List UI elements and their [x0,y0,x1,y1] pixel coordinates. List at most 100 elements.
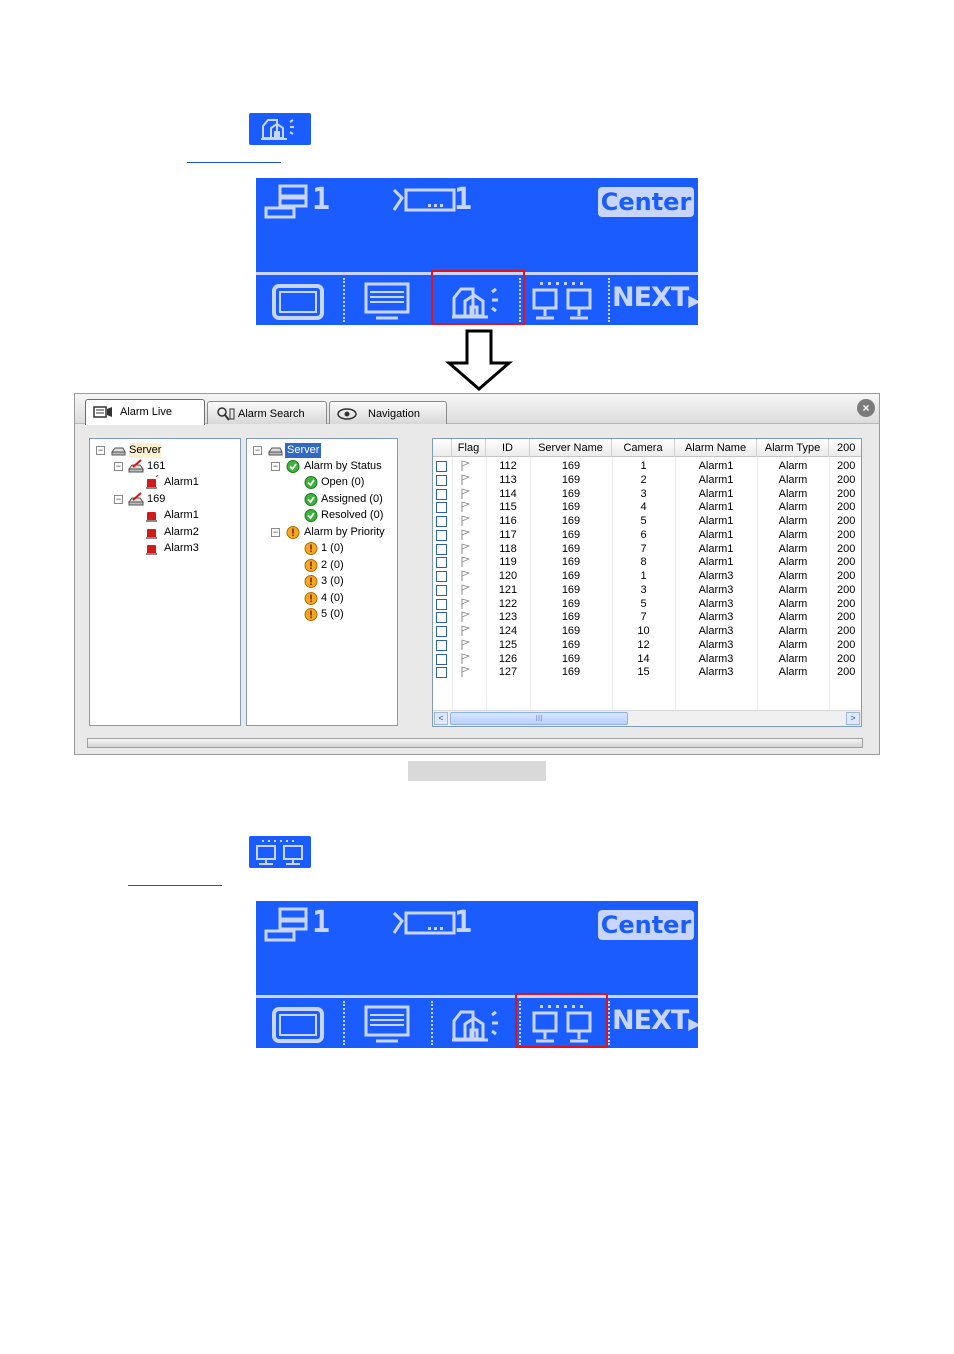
row-checkbox[interactable] [436,516,447,527]
row-checkbox[interactable] [436,667,447,679]
flag-icon[interactable] [459,652,471,665]
table-row[interactable]: 123 169 7 Alarm3 Alarm 200 [433,610,861,624]
flag-icon[interactable] [459,556,471,568]
flag-icon[interactable] [459,625,471,637]
flag-icon[interactable] [459,474,471,486]
row-checkbox[interactable] [436,584,447,596]
network-button[interactable] [520,276,606,325]
server-icon [111,447,126,456]
warning-icon [304,559,318,572]
row-checkbox[interactable] [436,543,447,555]
row-checkbox[interactable] [436,571,447,582]
flag-icon[interactable] [459,460,471,472]
collapse-icon[interactable]: − [96,446,105,455]
table-row[interactable]: 122 169 5 Alarm3 Alarm 200 [433,597,861,611]
table-row[interactable]: 127 169 15 Alarm3 Alarm 200 [433,665,861,679]
table-cell: 119 [499,556,517,569]
flag-icon[interactable] [459,597,471,610]
divider [608,1001,610,1045]
server-count: 1 [312,905,331,940]
alarm-button[interactable] [432,999,518,1048]
table-cell: Alarm [778,460,808,472]
table-cell: 5 [640,515,647,527]
flag-icon[interactable] [459,515,471,527]
table-row[interactable]: 125 169 12 Alarm3 Alarm 200 [433,638,861,652]
monitor-button[interactable] [344,999,430,1048]
scroll-right-button[interactable]: > [846,712,860,725]
row-checkbox[interactable] [436,612,447,624]
single-view-button[interactable] [256,999,342,1048]
table-row[interactable]: 120 169 1 Alarm3 Alarm 200 [433,569,861,583]
monitor-button[interactable] [344,276,430,325]
flag-icon[interactable] [459,529,471,541]
camera-icon [392,911,456,935]
flag-icon[interactable] [459,639,471,651]
scroll-thumb[interactable]: III [450,712,628,725]
table-row[interactable]: 115 169 4 Alarm1 Alarm 200 [433,500,861,514]
column-header-select[interactable] [433,439,452,457]
flag-icon[interactable] [459,611,471,623]
table-cell: 5 [640,597,647,610]
collapse-icon[interactable]: − [114,495,123,504]
column-header-flag[interactable]: Flag [452,439,486,457]
table-cell: 169 [561,611,581,624]
table-cell: 1 [640,460,647,472]
collapse-icon[interactable]: − [271,528,280,537]
table-row[interactable]: 116 169 5 Alarm1 Alarm 200 [433,514,861,528]
network-icon [532,282,592,320]
column-header-id[interactable]: ID [486,439,530,457]
table-row[interactable]: 121 169 3 Alarm3 Alarm 200 [433,583,861,597]
row-checkbox[interactable] [436,502,447,514]
close-button[interactable]: × [857,399,875,417]
flag-icon[interactable] [459,487,471,500]
row-checkbox[interactable] [436,626,447,637]
table-cell: Alarm3 [698,666,734,679]
table-cell: 3 [640,487,647,500]
warning-icon [304,608,318,621]
row-checkbox[interactable] [436,639,447,651]
table-cell: Alarm1 [698,473,734,486]
table-cell: 200 [837,556,856,569]
row-checkbox[interactable] [436,653,447,665]
tab-navigation[interactable]: Navigation [329,401,447,424]
column-header-alarm-type[interactable]: Alarm Type [757,439,829,457]
flag-icon[interactable] [459,501,471,513]
table-row[interactable]: 117 169 6 Alarm1 Alarm 200 [433,528,861,542]
tab-alarm-search[interactable]: Alarm Search [207,401,327,424]
flag-icon[interactable] [459,570,471,582]
alarm-siren-icon [146,475,159,489]
table-row[interactable]: 112 169 1 Alarm1 Alarm 200 [433,459,861,473]
server-icon [128,492,144,506]
column-header-server-name[interactable]: Server Name [530,439,612,457]
table-row[interactable]: 113 169 2 Alarm1 Alarm 200 [433,473,861,487]
flag-icon[interactable] [459,542,471,555]
row-checkbox[interactable] [436,529,447,541]
scroll-left-button[interactable]: < [434,712,448,725]
table-row[interactable]: 118 169 7 Alarm1 Alarm 200 [433,542,861,556]
row-checkbox[interactable] [436,598,447,610]
collapse-icon[interactable]: − [271,462,280,471]
row-checkbox[interactable] [436,488,447,500]
table-cell: 1 [640,570,647,582]
collapse-icon[interactable]: − [114,462,123,471]
table-row[interactable]: 126 169 14 Alarm3 Alarm 200 [433,652,861,666]
column-header-time[interactable]: 200 [829,439,861,457]
column-header-camera[interactable]: Camera [612,439,675,457]
column-header-alarm-name[interactable]: Alarm Name [675,439,757,457]
tab-alarm-live[interactable]: Alarm Live [85,399,205,425]
table-row[interactable]: 124 169 10 Alarm3 Alarm 200 [433,624,861,638]
flag-icon[interactable] [459,584,471,596]
next-button[interactable]: NEXT▶ [612,1005,698,1036]
horizontal-scrollbar[interactable]: < III > [433,710,861,726]
row-checkbox[interactable] [436,461,447,472]
row-checkbox[interactable] [436,557,447,569]
table-row[interactable]: 114 169 3 Alarm1 Alarm 200 [433,487,861,501]
flag-icon[interactable] [459,666,471,678]
collapse-icon[interactable]: − [253,446,262,455]
check-icon [304,509,318,522]
row-checkbox[interactable] [436,474,447,486]
table-row[interactable]: 119 169 8 Alarm1 Alarm 200 [433,555,861,569]
next-button[interactable]: NEXT▶ [612,282,698,313]
table-cell: Alarm1 [698,487,734,500]
single-view-button[interactable] [256,276,342,325]
